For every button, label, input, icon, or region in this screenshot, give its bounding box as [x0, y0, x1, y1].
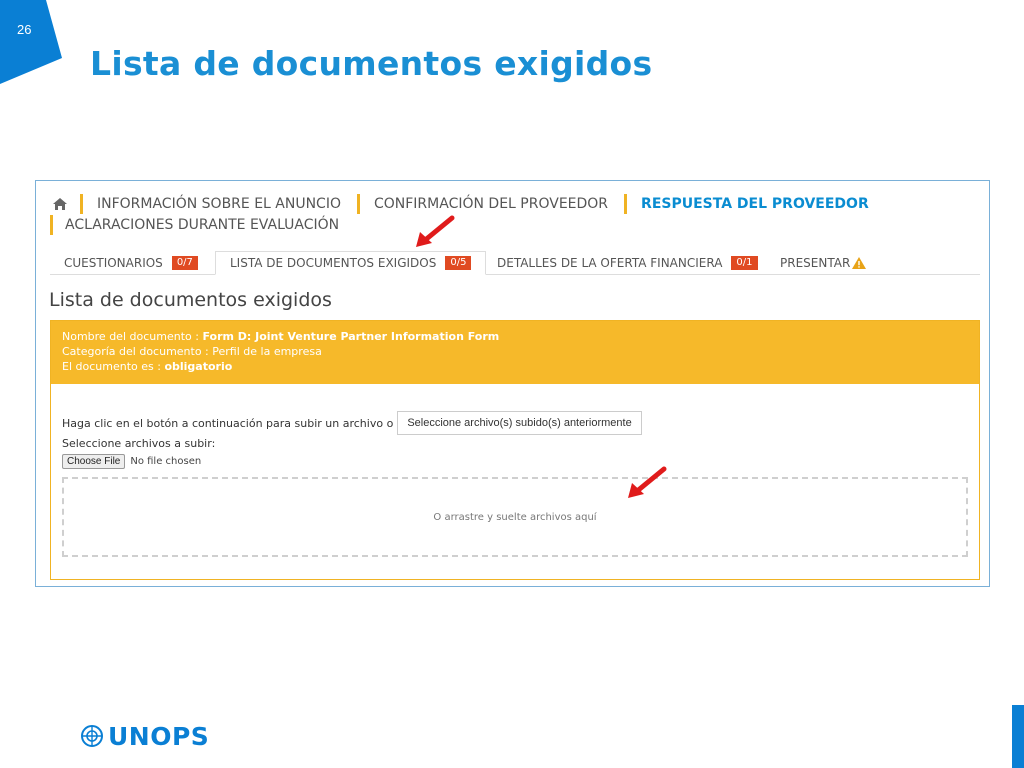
upload-instructions: Haga clic en el botón a continuación par…: [62, 416, 394, 430]
nav-separator: [80, 194, 83, 214]
tab-badge: 0/7: [171, 256, 198, 270]
doc-type-label: El documento es :: [62, 360, 161, 373]
slide-corner-shape: [0, 0, 62, 84]
unops-logo: UNOPS: [80, 721, 210, 751]
slide-title: Lista de documentos exigidos: [90, 44, 653, 83]
file-input-row: Choose File No file chosen: [62, 454, 201, 469]
tab-presentar[interactable]: PRESENTAR: [780, 251, 867, 275]
no-file-text: No file chosen: [130, 456, 202, 467]
tab-cuestionarios[interactable]: CUESTIONARIOS 0/7: [64, 251, 198, 275]
right-accent-bar: [1012, 705, 1024, 768]
doc-category-value: Perfil de la empresa: [212, 345, 322, 358]
sub-tabs: CUESTIONARIOS 0/7 LISTA DE DOCUMENTOS EX…: [50, 251, 980, 275]
tab-badge: 0/5: [445, 256, 472, 270]
select-previous-files-button[interactable]: Seleccione archivo(s) subido(s) anterior…: [397, 411, 642, 435]
slide-number: 26: [17, 22, 32, 37]
doc-name-line: Nombre del documento : Form D: Joint Ven…: [62, 329, 968, 344]
nav-separator: [356, 194, 360, 214]
select-files-label: Seleccione archivos a subir:: [62, 437, 216, 450]
warning-icon: [852, 257, 867, 269]
document-info-header: Nombre del documento : Form D: Joint Ven…: [51, 321, 979, 384]
tab-lista-documentos[interactable]: LISTA DE DOCUMENTOS EXIGIDOS 0/5: [215, 251, 487, 275]
doc-name-label: Nombre del documento :: [62, 330, 199, 343]
doc-category-label: Categoría del documento :: [62, 345, 209, 358]
doc-name-value: Form D: Joint Venture Partner Informatio…: [202, 330, 500, 343]
logo-text: UNOPS: [108, 721, 210, 751]
nav-row-1: INFORMACIÓN SOBRE EL ANUNCIO CONFIRMACIÓ…: [50, 193, 980, 215]
choose-file-button[interactable]: Choose File: [62, 454, 126, 469]
doc-category-line: Categoría del documento : Perfil de la e…: [62, 344, 968, 359]
upload-area: Haga clic en el botón a continuación par…: [51, 384, 979, 579]
nav-row-2: ACLARACIONES DURANTE EVALUACIÓN: [50, 214, 980, 236]
main-navigation: INFORMACIÓN SOBRE EL ANUNCIO CONFIRMACIÓ…: [50, 193, 980, 236]
nav-item-respuesta[interactable]: RESPUESTA DEL PROVEEDOR: [641, 196, 869, 212]
doc-type-line: El documento es : obligatorio: [62, 359, 968, 374]
dropzone-text: O arrastre y suelte archivos aquí: [433, 511, 597, 523]
annotation-arrow-icon: [628, 466, 667, 498]
content-heading: Lista de documentos exigidos: [49, 289, 332, 311]
nav-separator: [50, 215, 53, 235]
tab-label: LISTA DE DOCUMENTOS EXIGIDOS: [230, 256, 437, 270]
file-dropzone[interactable]: O arrastre y suelte archivos aquí: [62, 477, 968, 557]
doc-type-value: obligatorio: [164, 360, 233, 373]
tab-label: CUESTIONARIOS: [64, 256, 163, 270]
embedded-screenshot: INFORMACIÓN SOBRE EL ANUNCIO CONFIRMACIÓ…: [35, 180, 990, 587]
annotation-arrow-icon: [416, 215, 455, 247]
nav-separator: [624, 194, 628, 214]
upload-row: Haga clic en el botón a continuación par…: [62, 411, 642, 435]
tab-detalles-oferta[interactable]: DETALLES DE LA OFERTA FINANCIERA 0/1: [497, 251, 758, 275]
nav-item-confirmacion[interactable]: CONFIRMACIÓN DEL PROVEEDOR: [374, 196, 608, 212]
nav-item-informacion[interactable]: INFORMACIÓN SOBRE EL ANUNCIO: [97, 196, 341, 212]
tab-label: DETALLES DE LA OFERTA FINANCIERA: [497, 256, 723, 270]
tab-label: PRESENTAR: [780, 256, 851, 270]
nav-item-aclaraciones[interactable]: ACLARACIONES DURANTE EVALUACIÓN: [65, 217, 339, 233]
home-icon[interactable]: [52, 196, 68, 212]
document-panel: Nombre del documento : Form D: Joint Ven…: [50, 320, 980, 580]
tab-badge: 0/1: [731, 256, 758, 270]
un-emblem-icon: [81, 725, 103, 747]
